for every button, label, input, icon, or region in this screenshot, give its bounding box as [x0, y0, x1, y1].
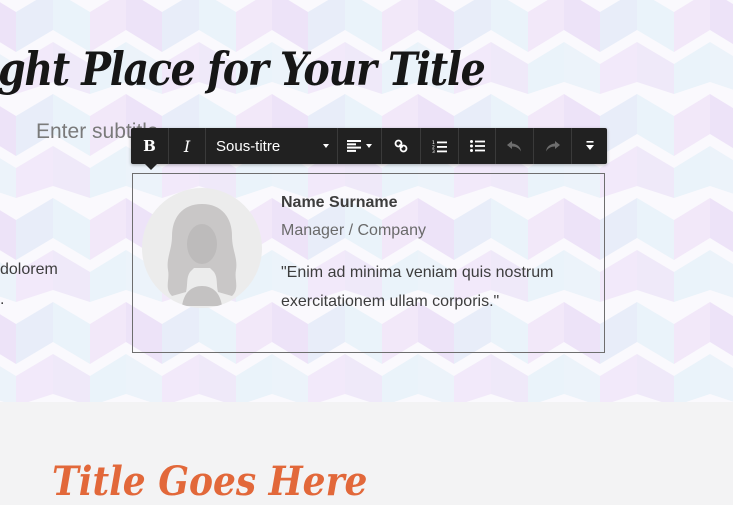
italic-button[interactable]: I	[169, 128, 206, 164]
align-button[interactable]	[338, 128, 382, 164]
chevron-down-icon	[366, 144, 372, 148]
hero-section: ght Place for Your Title Enter subtitle …	[0, 0, 733, 402]
paragraph-style-value: Sous-titre	[216, 137, 281, 155]
more-options-button[interactable]	[572, 128, 607, 164]
testimonial-name[interactable]: Name Surname	[281, 194, 398, 212]
svg-text:3: 3	[432, 149, 435, 153]
undo-button[interactable]	[496, 128, 534, 164]
unordered-list-button[interactable]	[459, 128, 496, 164]
bold-button[interactable]: B	[131, 128, 169, 164]
link-button[interactable]	[382, 128, 421, 164]
italic-label: I	[183, 136, 191, 156]
link-icon	[394, 139, 408, 153]
testimonial-quote[interactable]: "Enim ad minima veniam quis nostrum exer…	[281, 258, 591, 316]
bold-label: B	[143, 137, 156, 155]
ordered-list-icon: 1 2 3	[432, 140, 447, 153]
left-column-text-end: .	[0, 291, 5, 308]
bullet-list-icon	[469, 140, 485, 152]
hero-title[interactable]: ght Place for Your Title	[0, 42, 486, 96]
chevron-down-icon	[323, 144, 329, 148]
section-title[interactable]: Title Goes Here	[52, 458, 367, 505]
undo-icon	[507, 140, 521, 151]
more-dropdown-icon	[585, 141, 594, 150]
align-left-icon	[347, 140, 361, 152]
paragraph-style-select[interactable]: Sous-titre	[206, 128, 338, 164]
left-column-text: dolorem	[0, 261, 58, 278]
redo-icon	[546, 140, 560, 151]
testimonial-block[interactable]: Name Surname Manager / Company "Enim ad …	[132, 173, 605, 353]
ordered-list-button[interactable]: 1 2 3	[421, 128, 459, 164]
redo-button[interactable]	[534, 128, 572, 164]
text-editor-toolbar: B I Sous-titre 1 2 3	[131, 128, 607, 170]
person-silhouette-icon	[167, 204, 237, 306]
testimonial-role[interactable]: Manager / Company	[281, 222, 426, 240]
avatar[interactable]	[142, 188, 262, 308]
next-section: Title Goes Here	[0, 402, 733, 505]
